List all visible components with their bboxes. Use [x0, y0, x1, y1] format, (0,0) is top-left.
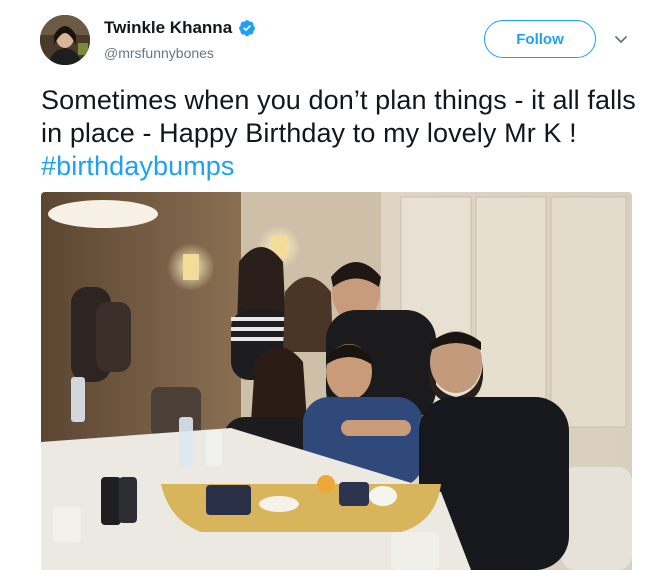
verified-badge-icon	[239, 20, 256, 37]
tweet-text: Sometimes when you don’t plan things - i…	[41, 84, 651, 183]
party-photo-image	[41, 192, 632, 570]
follow-button[interactable]: Follow	[484, 20, 596, 58]
avatar-image	[40, 15, 90, 65]
display-name[interactable]: Twinkle Khanna	[104, 18, 232, 38]
profile-avatar[interactable]	[40, 15, 90, 65]
hashtag-link[interactable]: #birthdaybumps	[41, 151, 235, 181]
user-handle[interactable]: @mrsfunnybones	[104, 45, 214, 61]
tweet-header: Twinkle Khanna @mrsfunnybones Follow	[0, 0, 670, 80]
tweet-body: Sometimes when you don’t plan things - i…	[41, 85, 636, 148]
tweet-photo[interactable]	[41, 192, 632, 570]
name-row: Twinkle Khanna	[104, 18, 256, 38]
chevron-down-icon[interactable]	[612, 30, 630, 48]
